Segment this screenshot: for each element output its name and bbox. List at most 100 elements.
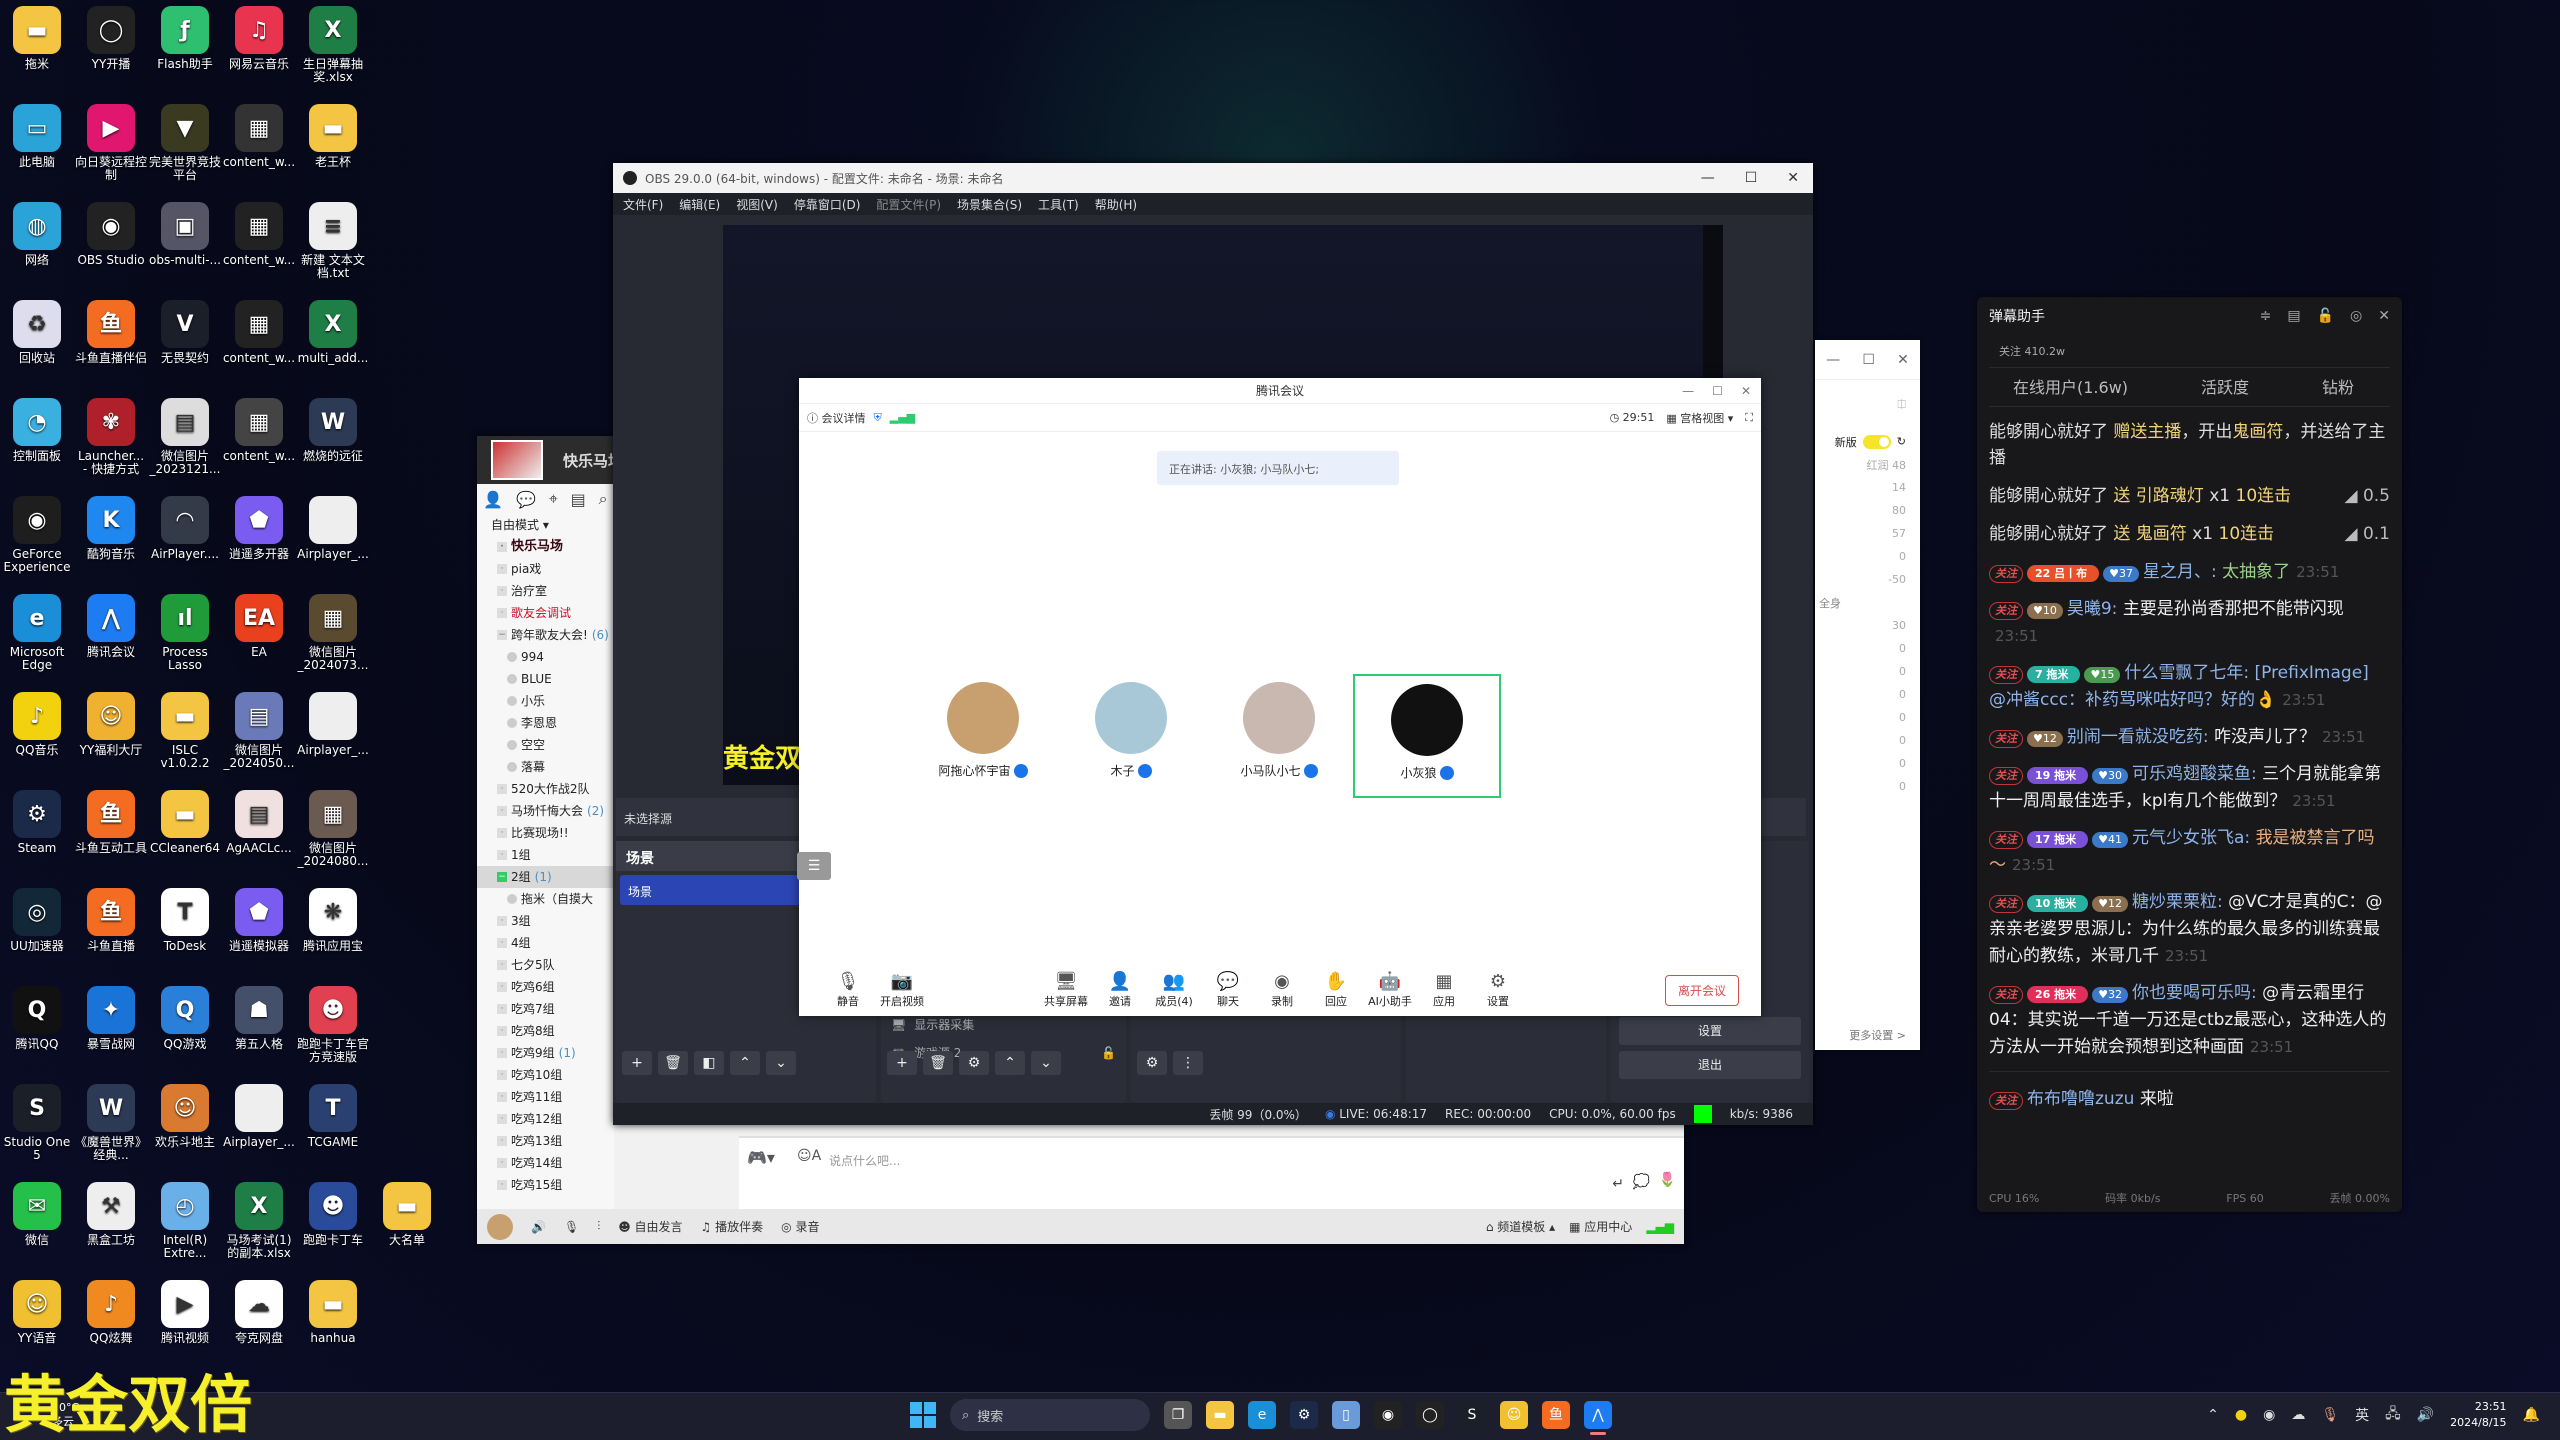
compress-icon[interactable]: ≑ <box>2260 308 2272 324</box>
taskbar-app-obs[interactable]: ◉ <box>1374 1401 1402 1429</box>
game-icon[interactable]: 🎮▾ <box>747 1148 775 1167</box>
channel-item[interactable]: − 跨年歌友大会! (6) <box>477 624 614 646</box>
desktop-icon[interactable]: ◎ UU加速器 <box>0 882 74 953</box>
chat-username[interactable]: 你也要喝可乐吗: <box>2132 983 2262 1003</box>
participant-tile[interactable]: 阿拖心怀宇宙 <box>909 674 1057 798</box>
desktop-icon[interactable]: ♪ QQ音乐 <box>0 686 74 757</box>
gift-user[interactable]: 能够開心就好了 <box>1989 486 2113 506</box>
invite-button[interactable]: 👤 邀请 <box>1093 971 1147 1009</box>
channel-item[interactable]: · 吃鸡14组 <box>477 1152 614 1174</box>
desktop-icon[interactable]: ☺ 欢乐斗地主 <box>148 1078 222 1149</box>
filter-button[interactable]: ◧ <box>694 1051 724 1075</box>
maximize-button[interactable]: ☐ <box>1862 352 1875 368</box>
minimize-button[interactable]: — <box>1701 170 1715 186</box>
desktop-icon[interactable]: ıl Process Lasso <box>148 588 222 672</box>
taskbar-app-edge[interactable]: e <box>1248 1401 1276 1429</box>
slider-value[interactable]: 0 <box>1815 775 1920 798</box>
slider-value[interactable]: -50 <box>1815 568 1920 591</box>
slider-value[interactable]: 0 <box>1815 683 1920 706</box>
desktop-icon[interactable]: ◠ AirPlayer.... <box>148 490 222 561</box>
desktop-icon[interactable]: Airplayer_... <box>222 1078 296 1149</box>
chat-username[interactable]: 昊曦9: <box>2067 599 2123 619</box>
minimize-button[interactable]: — <box>1826 352 1840 368</box>
slider-value[interactable]: 0 <box>1815 752 1920 775</box>
participant-tile[interactable]: 小马队小七 <box>1205 674 1353 798</box>
source-settings-button[interactable]: ⚙ <box>959 1051 989 1075</box>
follow-badge[interactable]: 关注 <box>1989 767 2023 785</box>
danmaku-list[interactable]: 能够開心就好了 赠送主播，开出鬼画符，并送给了主播 能够開心就好了 送 引路魂灯 … <box>1977 407 2402 1113</box>
channel-item[interactable]: · 1组 <box>477 844 614 866</box>
menu-item[interactable]: 配置文件(P) <box>876 196 941 213</box>
desktop-icon[interactable]: ◉ OBS Studio <box>74 196 148 267</box>
slider-value[interactable]: 0 <box>1815 545 1920 568</box>
slider-value[interactable]: 57 <box>1815 522 1920 545</box>
reactions-button[interactable]: ✋ 回应 <box>1309 971 1363 1009</box>
participant-tile[interactable]: 小灰狼 <box>1353 674 1501 798</box>
menu-item[interactable]: 停靠窗口(D) <box>794 196 861 213</box>
channel-template-button[interactable]: ⌂ 频道模板 ▴ <box>1486 1218 1555 1235</box>
channel-item[interactable]: · 吃鸡9组 (1) <box>477 1042 614 1064</box>
exit-button[interactable]: 退出 <box>1619 1051 1801 1079</box>
slider-value[interactable]: 80 <box>1815 499 1920 522</box>
desktop-icon[interactable]: ⚒ 黑盒工坊 <box>74 1176 148 1247</box>
mode-dropdown[interactable]: 自由模式 ▾ <box>477 514 614 536</box>
menu-item[interactable]: 视图(V) <box>736 196 778 213</box>
slider-value[interactable]: 30 <box>1815 614 1920 637</box>
video-button[interactable]: 📷 开启视频 <box>875 971 929 1009</box>
desktop-icon[interactable]: ✦ 暴雪战网 <box>74 980 148 1051</box>
settings-button[interactable]: 设置 <box>1619 1017 1801 1045</box>
channel-item[interactable]: · 治疗室 <box>477 580 614 602</box>
desktop-icon[interactable]: Xmulti_add... <box>296 294 370 365</box>
desktop-icon[interactable]: ⬟ 逍遥模拟器 <box>222 882 296 953</box>
location-icon[interactable]: ⌖ <box>549 489 558 509</box>
remove-scene-button[interactable]: 🗑 <box>658 1051 688 1075</box>
channel-member[interactable]: 994 <box>477 646 614 668</box>
desktop-icon[interactable]: ♫ 网易云音乐 <box>222 0 296 71</box>
menu-item[interactable]: 文件(F) <box>623 196 663 213</box>
record-button[interactable]: ◉ 录制 <box>1255 971 1309 1009</box>
desktop-icon[interactable]: K 酷狗音乐 <box>74 490 148 561</box>
board-icon[interactable]: ▤ <box>571 490 586 509</box>
desktop-icon[interactable]: T TCGAME <box>296 1078 370 1149</box>
taskbar-app-tencent-meeting[interactable]: ⋀ <box>1584 1401 1612 1435</box>
mixer-icon[interactable]: ⫶ <box>597 1219 600 1234</box>
mixer-menu-button[interactable]: ⋮ <box>1173 1051 1203 1075</box>
follow-badge[interactable]: 关注 <box>1989 666 2023 684</box>
channel-item[interactable]: · 七夕5队 <box>477 954 614 976</box>
channel-member[interactable]: BLUE <box>477 668 614 690</box>
slider-value[interactable]: 0 <box>1815 660 1920 683</box>
qq-music-tray-icon[interactable]: ● <box>2235 1407 2247 1423</box>
taskbar-app-yy-voice[interactable]: ☺ <box>1500 1401 1528 1429</box>
desktop-icon[interactable]: 鱼斗鱼互动工具 <box>74 784 148 855</box>
taskbar-search[interactable]: ⌕ 搜索 <box>950 1399 1150 1431</box>
record-button[interactable]: ◎ 录音 <box>781 1218 819 1235</box>
chat-username[interactable]: 元气少女张飞a: <box>2132 828 2256 848</box>
desktop-icon[interactable]: EA EA <box>222 588 296 659</box>
desktop-icon[interactable]: ☺ YY福利大厅 <box>74 686 148 757</box>
desktop-icon[interactable]: 鱼斗鱼直播伴侣 <box>74 294 148 365</box>
list-toggle-button[interactable]: ☰ <box>797 852 831 880</box>
free-talk-button[interactable]: ☻ 自由发言 <box>618 1218 682 1235</box>
new-version-toggle[interactable] <box>1862 434 1891 449</box>
mic-icon[interactable]: 🎙 <box>564 1220 579 1234</box>
desktop-icon[interactable]: ◯ YY开播 <box>74 0 148 71</box>
desktop-icon[interactable]: ◉ GeForce Experience <box>0 490 74 574</box>
channel-item[interactable]: · 比赛现场!! <box>477 822 614 844</box>
emoji-icon[interactable]: 💭 <box>1633 1174 1650 1190</box>
desktop-icon[interactable]: ⬟ 逍遥多开器 <box>222 490 296 561</box>
volume-icon[interactable]: 🔊 <box>2417 1407 2434 1423</box>
desktop-icon[interactable]: ƒ Flash助手 <box>148 0 222 71</box>
signal-icon[interactable]: ▂▄▆ <box>890 411 915 424</box>
settings-button[interactable]: ⚙ 设置 <box>1471 971 1525 1009</box>
channel-item[interactable]: · 吃鸡13组 <box>477 1130 614 1152</box>
desktop-icon[interactable]: ✾ Launcher... - 快捷方式 <box>74 392 148 476</box>
add-scene-button[interactable]: + <box>622 1051 652 1075</box>
follow-badge[interactable]: 关注 <box>1989 895 2023 913</box>
desktop-icon[interactable]: ▶ 腾讯视频 <box>148 1274 222 1345</box>
new-version-toggle-row[interactable]: 新版 ↻ <box>1815 430 1920 453</box>
chat-username[interactable]: 别闹一看就没吃药: <box>2067 727 2214 747</box>
desktop-icon[interactable]: ▬ CCleaner64 <box>148 784 222 855</box>
channel-item[interactable]: · 吃鸡7组 <box>477 998 614 1020</box>
obs-tray-icon[interactable]: ◉ <box>2263 1407 2275 1423</box>
shield-icon[interactable]: ⛨ <box>874 411 882 425</box>
